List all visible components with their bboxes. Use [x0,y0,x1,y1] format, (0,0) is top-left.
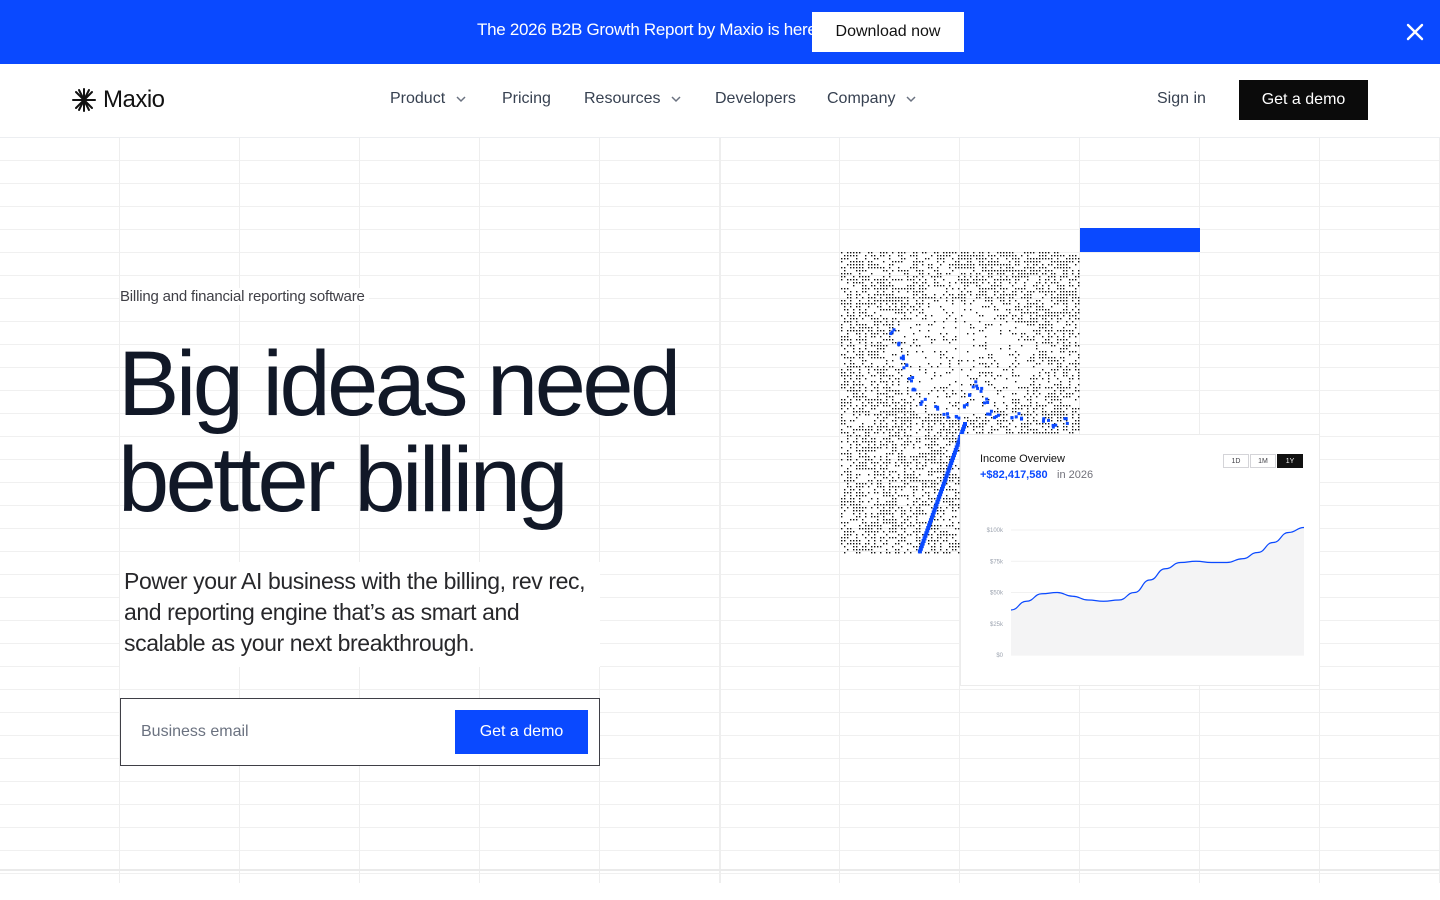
email-signup-form: Get a demo [120,698,600,766]
nav-item-label: Company [827,90,896,107]
navbar: Maxio Product Pricing Resources Develope… [0,64,1440,138]
tab-1m[interactable]: 1M [1250,454,1276,468]
tab-1y[interactable]: 1Y [1277,454,1303,468]
divider [0,869,1440,871]
hero-title-line-1: Big ideas need [118,333,681,435]
nav-item-company[interactable]: Company [827,90,917,108]
nav-item-product[interactable]: Product [390,90,467,108]
chevron-down-icon [456,96,466,103]
tab-1d[interactable]: 1D [1223,454,1249,468]
brand-name: Maxio [103,86,165,113]
sign-in-link[interactable]: Sign in [1157,90,1206,108]
get-a-demo-button[interactable]: Get a demo [1239,80,1368,120]
income-amount: +$82,417,580 [980,469,1048,481]
banner-text: The 2026 B2B Growth Report by Maxio is h… [477,20,821,39]
y-tick-label: $50k [990,591,1004,597]
y-tick-label: $0 [996,653,1003,659]
download-now-button[interactable]: Download now [812,12,964,52]
hero-title-line-2: better billing [118,429,569,531]
income-overview-card: Income Overview +$82,417,580 in 2026 1D … [960,434,1320,686]
hero-eyebrow: Billing and financial reporting software [120,288,369,305]
card-title: Income Overview [980,453,1065,465]
announcement-banner: The 2026 B2B Growth Report by Maxio is h… [0,0,1440,64]
maxio-logo-icon [72,88,96,112]
nav-item-pricing[interactable]: Pricing [502,90,551,108]
chevron-down-icon [671,96,682,103]
hero-get-a-demo-button[interactable]: Get a demo [455,710,588,754]
business-email-input[interactable] [141,719,441,745]
series-area [1011,527,1304,655]
nav-item-label: Resources [584,90,661,107]
period-tabs: 1D 1M 1Y [1222,454,1303,468]
chevron-down-icon [906,96,917,103]
nav-item-label: Developers [715,90,796,107]
y-tick-label: $75k [990,559,1004,565]
logo[interactable]: Maxio [71,86,165,114]
income-chart: $0 $25k $50k $75k $100k [987,526,1305,659]
nav-item-developers[interactable]: Developers [715,90,796,108]
nav-item-resources[interactable]: Resources [584,90,682,108]
nav-item-label: Product [390,90,446,107]
y-tick-label: $100k [987,528,1004,534]
nav-item-label: Pricing [502,90,551,107]
hero-title: Big ideas need better billing [118,336,738,528]
hero-subtitle: Power your AI business with the billing,… [120,562,600,667]
income-period: in 2026 [1057,469,1094,481]
y-tick-label: $25k [990,622,1004,628]
close-icon[interactable] [1404,21,1426,43]
accent-block [1080,228,1200,252]
